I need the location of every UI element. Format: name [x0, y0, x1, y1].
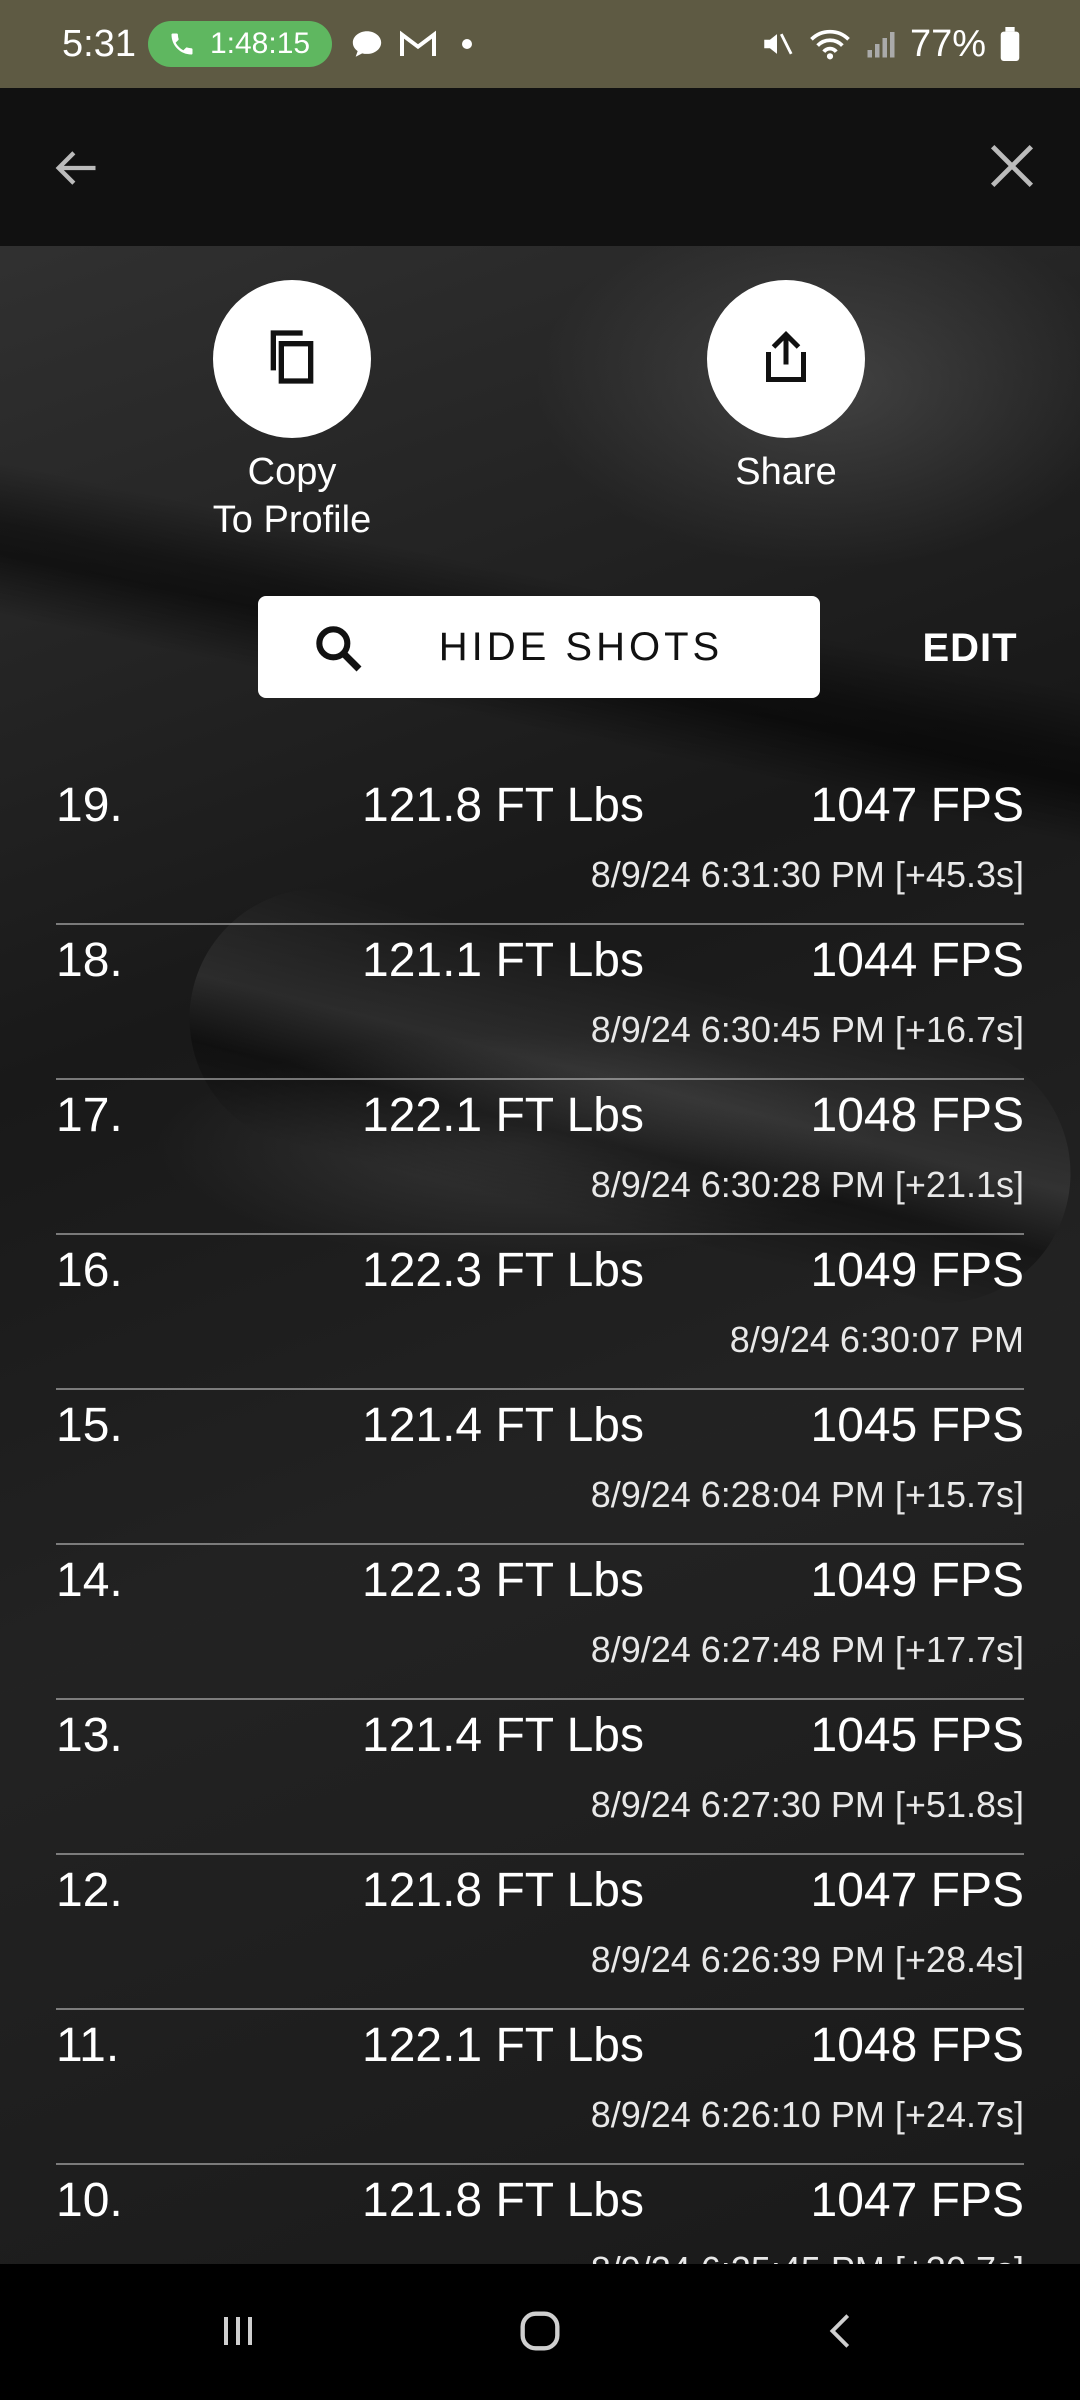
back-button[interactable]	[44, 138, 108, 202]
copy-label-line1: Copy	[247, 451, 337, 493]
shot-number: 17.	[56, 1089, 123, 1142]
shot-row[interactable]: 12. 121.8 FT Lbs 1047 FPS 8/9/24 6:26:39…	[56, 1855, 1024, 2010]
shot-timestamp: 8/9/24 6:30:07 PM	[729, 1319, 1024, 1360]
shot-list[interactable]: 19. 121.8 FT Lbs 1047 FPS 8/9/24 6:31:30…	[56, 770, 1024, 2264]
signal-icon	[866, 29, 896, 59]
shot-energy: 121.1 FT Lbs	[362, 934, 644, 987]
copy-label-line2: To Profile	[212, 499, 372, 541]
shot-velocity: 1047 FPS	[810, 779, 1024, 832]
shot-number: 18.	[56, 934, 123, 987]
close-icon	[983, 137, 1041, 200]
shot-velocity: 1049 FPS	[810, 1554, 1024, 1607]
shot-row[interactable]: 13. 121.4 FT Lbs 1045 FPS 8/9/24 6:27:30…	[56, 1700, 1024, 1855]
gmail-icon	[398, 28, 438, 60]
shot-number: 14.	[56, 1554, 123, 1607]
copy-to-profile-action[interactable]: Copy To Profile	[142, 280, 442, 544]
close-button[interactable]	[976, 132, 1048, 204]
mute-icon	[760, 27, 794, 61]
shot-row[interactable]: 15. 121.4 FT Lbs 1045 FPS 8/9/24 6:28:04…	[56, 1390, 1024, 1545]
share-button[interactable]	[707, 280, 865, 438]
shot-row[interactable]: 11. 122.1 FT Lbs 1048 FPS 8/9/24 6:26:10…	[56, 2010, 1024, 2165]
phone-icon	[168, 30, 196, 58]
shot-timestamp: 8/9/24 6:30:45 PM [+16.7s]	[590, 1009, 1024, 1050]
hide-shots-button[interactable]: HIDE SHOTS	[258, 596, 820, 698]
shot-row[interactable]: 10. 121.8 FT Lbs 1047 FPS 8/9/24 6:25:45…	[56, 2165, 1024, 2264]
ongoing-call-pill[interactable]: 1:48:15	[147, 21, 333, 67]
shot-timestamp: 8/9/24 6:26:39 PM [+28.4s]	[590, 1939, 1024, 1980]
battery-percent: 77%	[909, 22, 986, 65]
shot-row[interactable]: 18. 121.1 FT Lbs 1044 FPS 8/9/24 6:30:45…	[56, 925, 1024, 1080]
system-nav-bar	[0, 2264, 1080, 2400]
edit-button[interactable]: EDIT	[900, 620, 1040, 676]
share-label: Share	[735, 451, 837, 493]
shot-velocity: 1048 FPS	[810, 2019, 1024, 2072]
shot-row[interactable]: 19. 121.8 FT Lbs 1047 FPS 8/9/24 6:31:30…	[56, 770, 1024, 925]
shot-energy: 122.3 FT Lbs	[362, 1244, 644, 1297]
shot-energy: 122.3 FT Lbs	[362, 1554, 644, 1607]
shot-row[interactable]: 16. 122.3 FT Lbs 1049 FPS 8/9/24 6:30:07…	[56, 1235, 1024, 1390]
app-bar	[0, 88, 1080, 246]
arrow-left-icon	[50, 142, 102, 199]
wifi-icon	[808, 27, 852, 61]
shot-energy: 121.8 FT Lbs	[362, 2174, 644, 2227]
share-icon	[756, 327, 816, 392]
battery-icon	[1000, 27, 1020, 61]
shot-timestamp: 8/9/24 6:25:45 PM [+30.7s]	[591, 2249, 1024, 2264]
shot-velocity: 1049 FPS	[810, 1244, 1024, 1297]
notification-dot-icon	[462, 39, 473, 49]
shot-velocity: 1048 FPS	[810, 1089, 1024, 1142]
shot-number: 10.	[56, 2174, 123, 2227]
shot-number: 12.	[56, 1864, 123, 1917]
share-action[interactable]: Share	[636, 280, 936, 496]
shot-row[interactable]: 14. 122.3 FT Lbs 1049 FPS 8/9/24 6:27:48…	[56, 1545, 1024, 1700]
shot-timestamp: 8/9/24 6:26:10 PM [+24.7s]	[590, 2094, 1024, 2135]
shot-timestamp: 8/9/24 6:31:30 PM [+45.3s]	[590, 854, 1024, 895]
call-timer: 1:48:15	[209, 27, 311, 60]
recent-apps-icon	[214, 2307, 262, 2360]
shot-energy: 122.1 FT Lbs	[362, 2019, 644, 2072]
hide-shots-label: HIDE SHOTS	[438, 624, 724, 669]
shot-velocity: 1045 FPS	[810, 1709, 1024, 1762]
shot-energy: 121.4 FT Lbs	[362, 1709, 644, 1762]
chat-bubble-icon	[350, 27, 384, 61]
home-icon	[514, 2305, 566, 2362]
recent-apps-button[interactable]	[198, 2298, 278, 2368]
shot-number: 11.	[56, 2019, 120, 2072]
shot-number: 13.	[56, 1709, 123, 1762]
shot-row[interactable]: 17. 122.1 FT Lbs 1048 FPS 8/9/24 6:30:28…	[56, 1080, 1024, 1235]
home-button[interactable]	[500, 2298, 580, 2368]
status-bar: 5:31 1:48:15 77%	[0, 0, 1080, 88]
shot-timestamp: 8/9/24 6:28:04 PM [+15.7s]	[590, 1474, 1024, 1515]
shot-energy: 121.4 FT Lbs	[362, 1399, 644, 1452]
shot-velocity: 1044 FPS	[810, 934, 1024, 987]
copy-icon	[260, 325, 324, 394]
shot-number: 16.	[56, 1244, 123, 1297]
shot-energy: 121.8 FT Lbs	[362, 779, 644, 832]
shot-energy: 121.8 FT Lbs	[362, 1864, 644, 1917]
shot-number: 15.	[56, 1399, 123, 1452]
back-icon	[819, 2308, 865, 2359]
shot-timestamp: 8/9/24 6:27:30 PM [+51.8s]	[590, 1784, 1024, 1825]
shot-velocity: 1047 FPS	[810, 1864, 1024, 1917]
shot-timestamp: 8/9/24 6:27:48 PM [+17.7s]	[590, 1629, 1024, 1670]
copy-to-profile-label: Copy To Profile	[142, 448, 442, 544]
shot-timestamp: 8/9/24 6:30:28 PM [+21.1s]	[590, 1164, 1024, 1205]
shot-number: 19.	[56, 779, 123, 832]
status-time: 5:31	[62, 22, 136, 65]
nav-back-button[interactable]	[802, 2298, 882, 2368]
shot-velocity: 1047 FPS	[810, 2174, 1024, 2227]
shot-velocity: 1045 FPS	[810, 1399, 1024, 1452]
copy-to-profile-button[interactable]	[213, 280, 371, 438]
shot-energy: 122.1 FT Lbs	[362, 1089, 644, 1142]
